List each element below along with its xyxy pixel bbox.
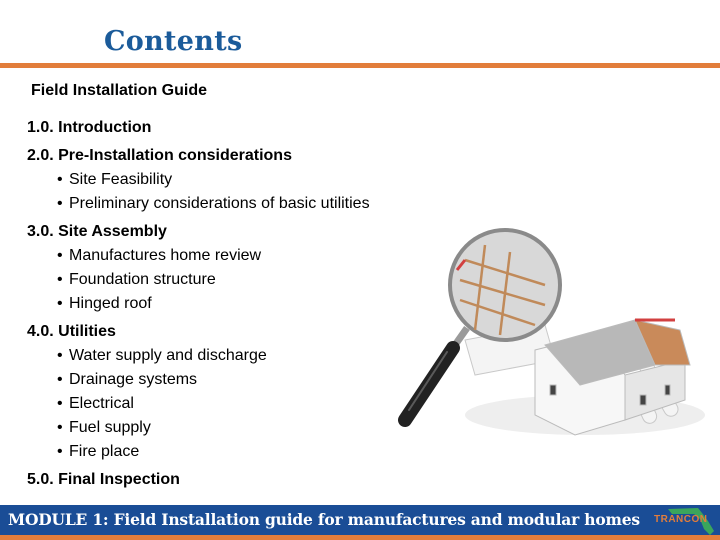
bullet-icon: • — [57, 419, 63, 436]
logo-text: TRANCON — [654, 514, 708, 525]
bullet-icon: • — [57, 295, 63, 312]
module-title: MODULE 1: Field Installation guide for m… — [8, 510, 640, 529]
title-divider — [0, 63, 720, 68]
toc-item: • Preliminary considerations of basic uti… — [27, 192, 370, 216]
toc-item: • Site Feasibility — [27, 168, 370, 192]
bullet-icon: • — [57, 195, 63, 212]
bullet-icon: • — [57, 247, 63, 264]
bullet-icon: • — [57, 443, 63, 460]
footer-bar: MODULE 1: Field Installation guide for m… — [0, 505, 720, 535]
footer-divider — [0, 535, 720, 540]
toc-item: • Drainage systems — [27, 368, 370, 392]
trancon-logo: TRANCON — [650, 505, 720, 535]
bullet-icon: • — [57, 171, 63, 188]
bullet-icon: • — [57, 347, 63, 364]
page-title: Contents — [104, 26, 243, 57]
toc-section-introduction: 1.0. Introduction — [27, 119, 152, 136]
toc-item: • Foundation structure — [27, 268, 370, 292]
toc-item: • Fuel supply — [27, 416, 370, 440]
toc-item: • Hinged roof — [27, 292, 370, 316]
toc-section-site-assembly: 3.0. Site Assembly — [27, 223, 167, 240]
bullet-icon: • — [57, 395, 63, 412]
bullet-icon: • — [57, 271, 63, 288]
toc-section-utilities: 4.0. Utilities — [27, 323, 116, 340]
toc-item: • Electrical — [27, 392, 370, 416]
bullet-icon: • — [57, 371, 63, 388]
toc-item: • Manufactures home review — [27, 244, 370, 268]
toc-item: • Water supply and discharge — [27, 344, 370, 368]
guide-subtitle: Field Installation Guide — [31, 82, 208, 99]
toc-item: • Fire place — [27, 440, 370, 464]
table-of-contents: 1.0. Introduction 2.0. Pre-Installation … — [27, 112, 370, 492]
magnifying-glass-house-icon — [398, 228, 705, 436]
toc-section-final-inspection: 5.0. Final Inspection — [27, 471, 180, 488]
toc-section-pre-installation: 2.0. Pre-Installation considerations — [27, 147, 292, 164]
